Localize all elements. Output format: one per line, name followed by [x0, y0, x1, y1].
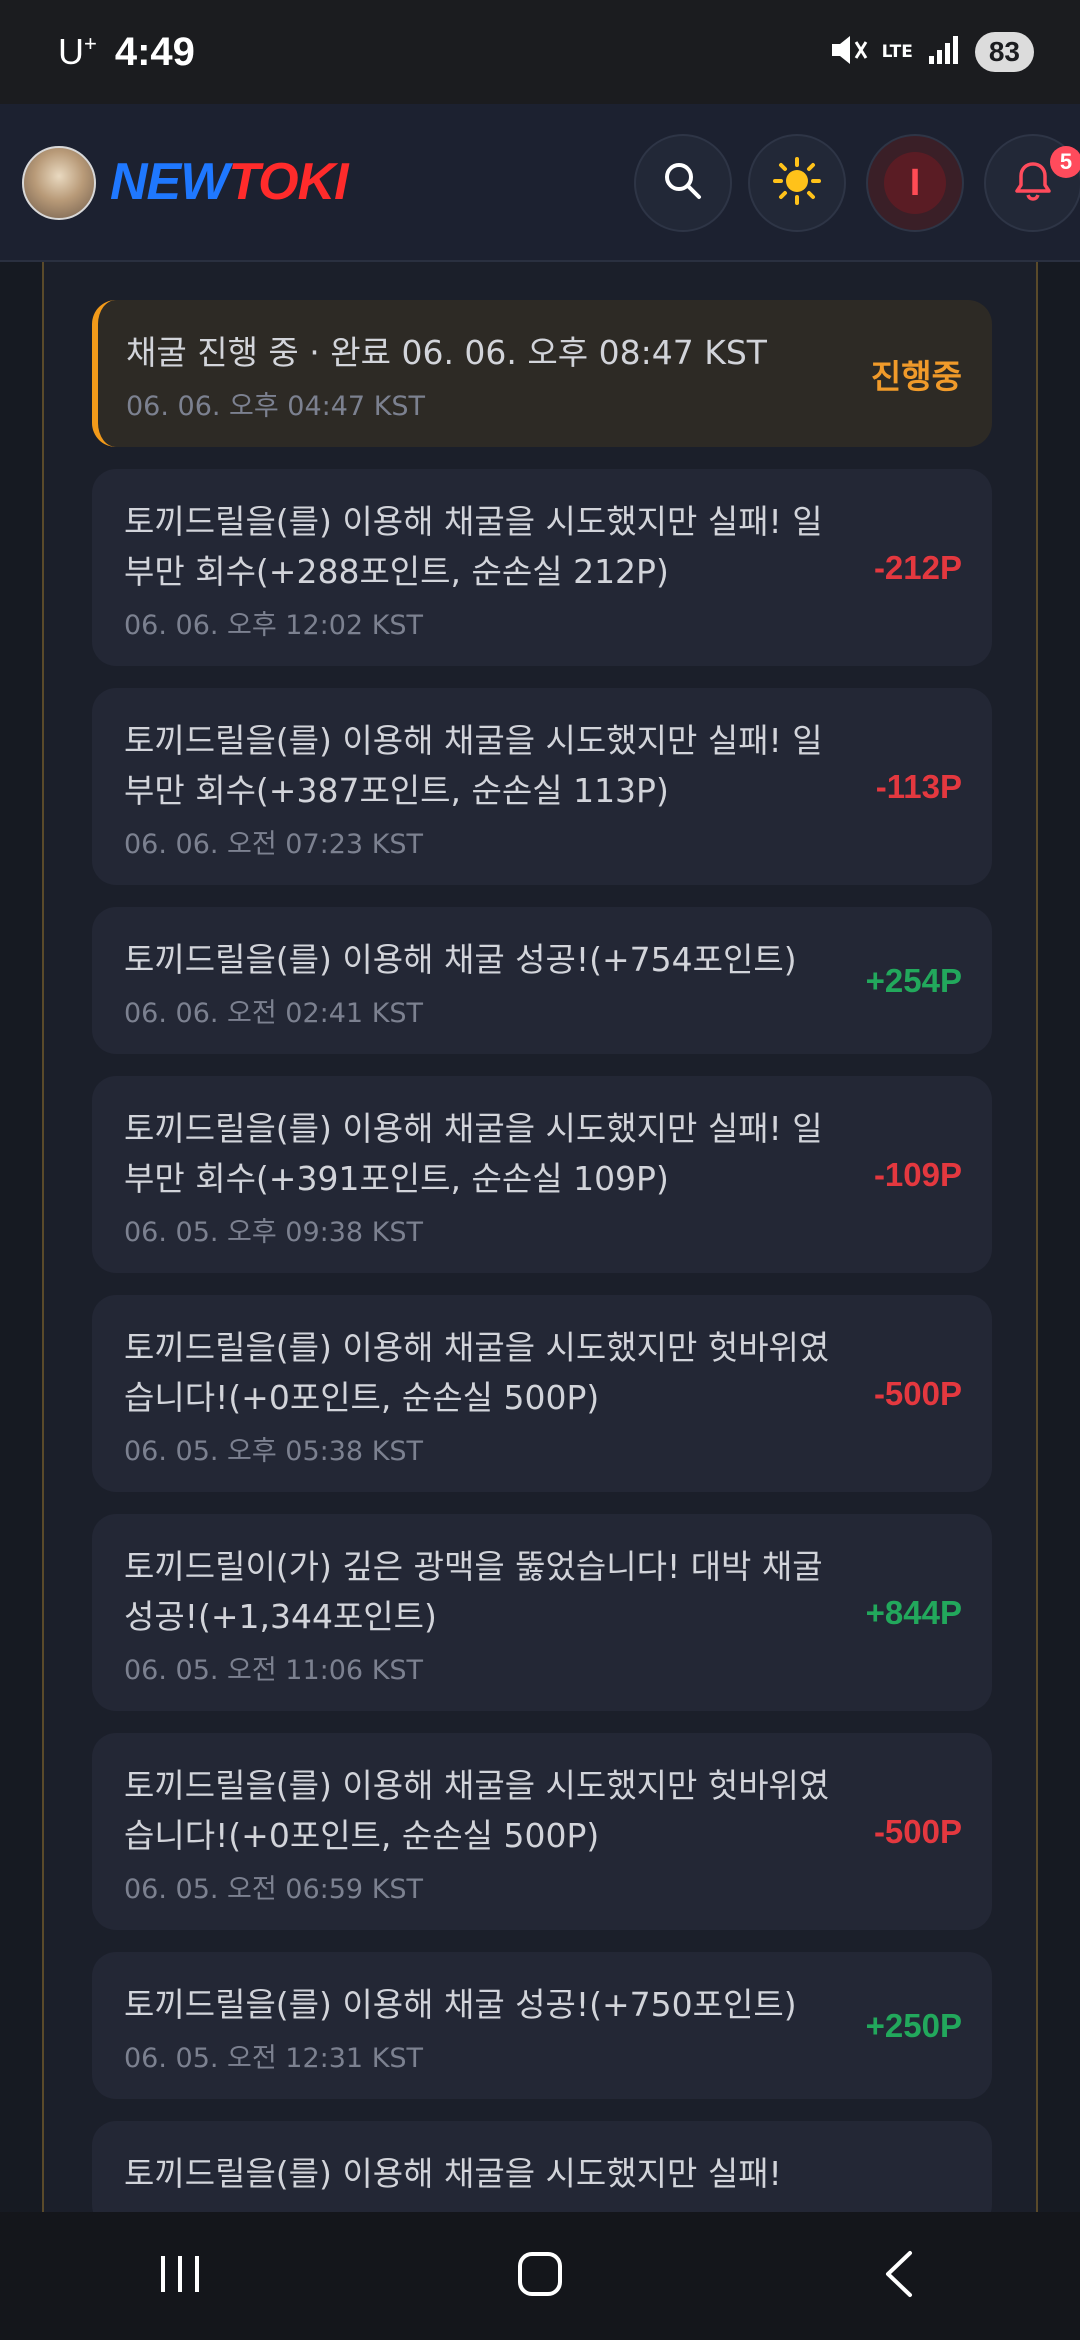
status-right: LTE 83 — [828, 32, 1034, 72]
search-button[interactable] — [634, 134, 732, 232]
transaction-message: 토끼드릴을(를) 이용해 채굴을 시도했지만 실패! — [124, 2154, 782, 2193]
transaction-item: 토끼드릴을(를) 이용해 채굴 성공!(+750포인트) 06. 05. 오전 1… — [92, 1952, 992, 2099]
transaction-message: 토끼드릴을(를) 이용해 채굴을 시도했지만 실패! 일부만 회수(+387포인… — [124, 721, 823, 810]
notifications-button[interactable]: 5 — [984, 134, 1080, 232]
user-menu-button[interactable]: I — [866, 134, 964, 232]
transaction-list: 채굴 진행 중 · 완료 06. 06. 오후 08:47 KST 06. 06.… — [92, 300, 992, 2212]
transaction-message: 토끼드릴이(가) 깊은 광맥을 뚫었습니다! 대박 채굴 성공!(+1,344포… — [124, 1547, 823, 1636]
status-bar: U+ 4:49 LTE 83 — [0, 0, 1080, 104]
network-type: LTE — [881, 41, 913, 62]
transaction-timestamp: 06. 05. 오전 11:06 KST — [124, 1655, 424, 1686]
battery-level: 83 — [974, 32, 1034, 72]
signal-icon — [927, 34, 961, 70]
point-amount: -212P — [873, 548, 962, 586]
clock: 4:49 — [114, 29, 195, 74]
transaction-timestamp: 06. 06. 오후 04:47 KST — [126, 391, 426, 422]
transaction-message: 토끼드릴을(를) 이용해 채굴 성공!(+750포인트) — [124, 1985, 797, 2024]
back-button[interactable] — [850, 2236, 950, 2316]
transaction-item: 토끼드릴을(를) 이용해 채굴 성공!(+754포인트) 06. 06. 오전 0… — [92, 907, 992, 1054]
point-amount: -113P — [875, 767, 962, 805]
user-avatar: I — [884, 152, 946, 214]
transaction-item: 토끼드릴을(를) 이용해 채굴을 시도했지만 실패! 일부만 회수(+387포인… — [92, 688, 992, 885]
transaction-timestamp: 06. 06. 오전 02:41 KST — [124, 998, 424, 1029]
transaction-timestamp: 06. 05. 오전 06:59 KST — [124, 1874, 424, 1905]
transaction-item: 토끼드릴을(를) 이용해 채굴을 시도했지만 헛바위였습니다!(+0포인트, 순… — [92, 1295, 992, 1492]
site-logo[interactable]: NEWTOKI — [110, 152, 349, 212]
mining-history-panel: 채굴 진행 중 · 완료 06. 06. 오후 08:47 KST 06. 06.… — [42, 262, 1038, 2212]
point-amount: -500P — [873, 1812, 962, 1850]
app-header: NEWTOKI I 5 — [0, 104, 1080, 262]
transaction-item: 토끼드릴을(를) 이용해 채굴을 시도했지만 실패! — [92, 2121, 992, 2212]
point-amount: -500P — [873, 1374, 962, 1412]
theme-toggle-button[interactable] — [748, 134, 846, 232]
recent-apps-icon — [155, 2252, 205, 2300]
transaction-message: 토끼드릴을(를) 이용해 채굴 성공!(+754포인트) — [124, 940, 797, 979]
status-left: U+ 4:49 — [58, 30, 195, 75]
point-amount: -109P — [873, 1155, 962, 1193]
bell-icon — [1010, 158, 1056, 208]
transaction-timestamp: 06. 06. 오후 12:02 KST — [124, 610, 424, 641]
point-amount: +254P — [865, 961, 962, 999]
transaction-item: 토끼드릴을(를) 이용해 채굴을 시도했지만 실패! 일부만 회수(+288포인… — [92, 469, 992, 666]
transaction-message: 토끼드릴을(를) 이용해 채굴을 시도했지만 헛바위였습니다!(+0포인트, 순… — [124, 1328, 830, 1417]
transaction-timestamp: 06. 06. 오전 07:23 KST — [124, 829, 424, 860]
transaction-item: 토끼드릴이(가) 깊은 광맥을 뚫었습니다! 대박 채굴 성공!(+1,344포… — [92, 1514, 992, 1711]
site-mascot-avatar[interactable] — [22, 146, 96, 220]
point-amount: +250P — [865, 2006, 962, 2044]
point-amount: +844P — [865, 1593, 962, 1631]
search-icon — [661, 159, 705, 207]
transaction-timestamp: 06. 05. 오후 09:38 KST — [124, 1217, 424, 1248]
transaction-message: 토끼드릴을(를) 이용해 채굴을 시도했지만 실패! 일부만 회수(+391포인… — [124, 1109, 823, 1198]
recent-apps-button[interactable] — [130, 2236, 230, 2316]
home-button[interactable] — [490, 2236, 590, 2316]
home-icon — [515, 2249, 565, 2303]
mining-in-progress-item: 채굴 진행 중 · 완료 06. 06. 오후 08:47 KST 06. 06.… — [92, 300, 992, 447]
transaction-message: 토끼드릴을(를) 이용해 채굴을 시도했지만 헛바위였습니다!(+0포인트, 순… — [124, 1766, 830, 1855]
transaction-timestamp: 06. 05. 오전 12:31 KST — [124, 2043, 424, 2074]
transaction-item: 토끼드릴을(를) 이용해 채굴을 시도했지만 실패! 일부만 회수(+391포인… — [92, 1076, 992, 1273]
status-badge: 진행중 — [870, 357, 962, 395]
transaction-message: 토끼드릴을(를) 이용해 채굴을 시도했지만 실패! 일부만 회수(+288포인… — [124, 502, 823, 591]
carrier-label: U+ — [58, 31, 97, 72]
transaction-item: 토끼드릴을(를) 이용해 채굴을 시도했지만 헛바위였습니다!(+0포인트, 순… — [92, 1733, 992, 1930]
back-icon — [878, 2249, 922, 2303]
system-nav-bar — [0, 2212, 1080, 2340]
sun-icon — [771, 155, 823, 211]
transaction-message: 채굴 진행 중 · 완료 06. 06. 오후 08:47 KST — [126, 333, 767, 372]
transaction-timestamp: 06. 05. 오후 05:38 KST — [124, 1436, 424, 1467]
mute-icon — [828, 32, 868, 72]
notification-badge: 5 — [1050, 146, 1080, 178]
